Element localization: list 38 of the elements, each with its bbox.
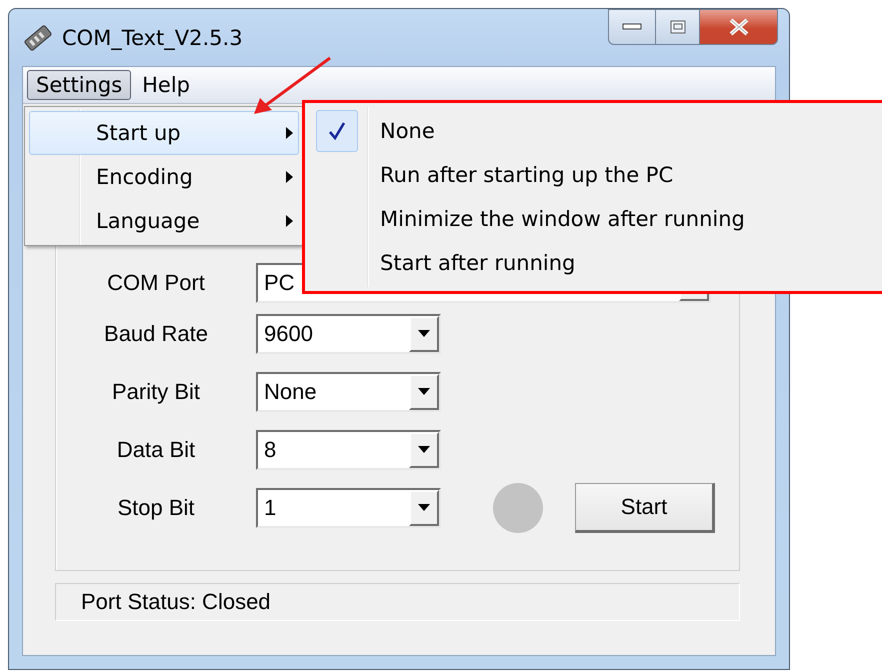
field-label: Stop Bit: [117, 495, 195, 521]
menu-item[interactable]: Minimize the window after running: [309, 197, 882, 241]
dropdown-arrow-button[interactable]: [409, 432, 439, 468]
menu-item[interactable]: Settings: [27, 70, 132, 100]
dropdown-arrow-button[interactable]: [409, 374, 439, 410]
submenu-arrow-icon: [286, 127, 294, 139]
status-bar: Port Status: Closed: [55, 583, 740, 621]
menu-item[interactable]: Language: [29, 199, 299, 243]
field-label: Baud Rate: [104, 321, 208, 347]
caret-icon: [418, 388, 430, 396]
menu-item[interactable]: Run after starting up the PC: [309, 153, 882, 197]
dropdown-field[interactable]: None: [256, 372, 441, 412]
close-button[interactable]: [700, 9, 778, 45]
start-button[interactable]: Start: [575, 483, 715, 533]
minimize-icon: [622, 23, 642, 31]
minimize-button[interactable]: [608, 9, 656, 45]
menu-item[interactable]: Start up: [29, 111, 299, 155]
menu-item[interactable]: None: [309, 109, 882, 153]
dropdown-arrow-button[interactable]: [409, 490, 439, 526]
menu-item[interactable]: Encoding: [29, 155, 299, 199]
submenu-arrow-icon: [286, 171, 294, 183]
field-label: Data Bit: [116, 437, 196, 463]
dropdown-field[interactable]: 9600: [256, 314, 441, 354]
caret-icon: [418, 504, 430, 512]
submenu-arrow-icon: [286, 215, 294, 227]
maximize-icon: [670, 20, 686, 34]
menu-item[interactable]: Help: [133, 70, 200, 100]
caret-icon: [418, 330, 430, 338]
field-label: COM Port: [107, 270, 205, 296]
caret-icon: [418, 446, 430, 454]
window-title: COM_Text_V2.5.3: [62, 26, 243, 50]
field-label: Parity Bit: [112, 379, 200, 405]
close-icon: [728, 18, 750, 36]
menu-item[interactable]: Start after running: [309, 241, 882, 285]
dropdown-arrow-button[interactable]: [409, 316, 439, 352]
maximize-button[interactable]: [656, 9, 700, 45]
dropdown-field[interactable]: 8: [256, 430, 441, 470]
dropdown-field[interactable]: 1: [256, 488, 441, 528]
